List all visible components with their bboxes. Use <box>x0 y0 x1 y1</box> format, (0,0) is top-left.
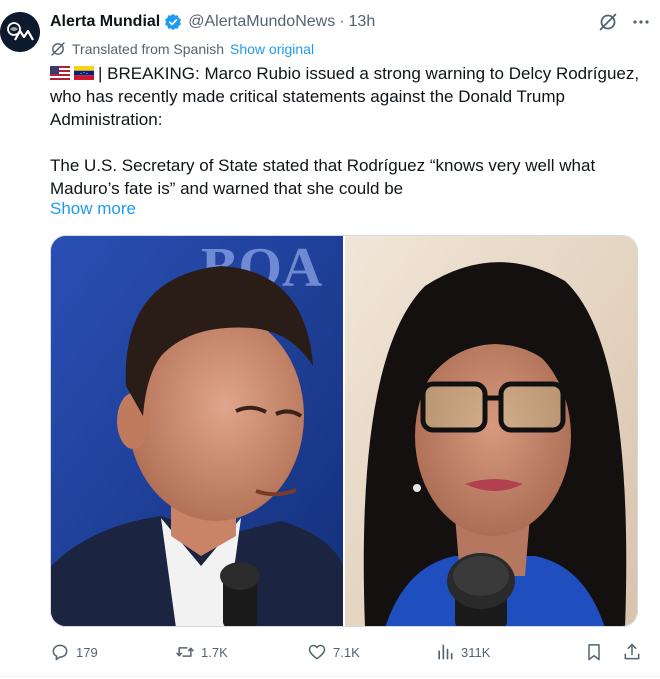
photo-marco-rubio[interactable]: BOA <box>51 236 343 626</box>
media-grid: BOA <box>50 235 638 627</box>
divider <box>0 676 660 677</box>
bookmark-button[interactable] <box>584 642 604 662</box>
action-bar: 179 1.7K 7.1K 311K <box>50 640 642 664</box>
reply-count: 179 <box>76 644 98 660</box>
share-icon <box>624 643 640 660</box>
translate-icon <box>50 41 66 57</box>
tweet-paragraph-1: | BREAKING: Marco Rubio issued a strong … <box>50 62 640 131</box>
views-count: 311K <box>461 644 491 660</box>
timestamp[interactable]: 13h <box>349 13 376 31</box>
bookmark-icon <box>588 644 600 661</box>
translated-label: Translated from Spanish <box>72 41 224 57</box>
reply-icon <box>52 644 68 661</box>
more-icon[interactable] <box>632 13 650 31</box>
venezuela-flag-icon <box>74 66 94 80</box>
like-icon <box>308 644 326 660</box>
show-more-link[interactable]: Show more <box>50 199 136 219</box>
grok-icon[interactable] <box>598 12 618 32</box>
photo-delcy-rodriguez[interactable] <box>345 236 637 626</box>
tweet-paragraph-2: The U.S. Secretary of State stated that … <box>50 156 596 198</box>
repost-button[interactable]: 1.7K <box>175 642 307 662</box>
verified-badge-icon <box>164 13 182 31</box>
reply-button[interactable]: 179 <box>50 642 175 662</box>
views-icon <box>438 644 453 660</box>
handle[interactable]: @AlertaMundoNews <box>188 13 335 31</box>
translation-notice: Translated from Spanish Show original <box>50 40 314 58</box>
us-flag-icon <box>50 66 70 80</box>
views-button[interactable]: 311K <box>435 642 563 662</box>
separator-dot: · <box>339 13 345 30</box>
avatar[interactable] <box>0 12 40 52</box>
share-button[interactable] <box>622 642 642 662</box>
like-count: 7.1K <box>333 644 360 660</box>
tweet-text-line-1: | BREAKING: Marco Rubio issued a strong … <box>50 64 640 129</box>
like-button[interactable]: 7.1K <box>307 642 435 662</box>
display-name[interactable]: Alerta Mundial <box>50 13 160 31</box>
tweet-text: | BREAKING: Marco Rubio issued a strong … <box>50 62 640 200</box>
repost-icon <box>176 647 194 657</box>
show-original-link[interactable]: Show original <box>230 41 314 57</box>
repost-count: 1.7K <box>201 644 228 660</box>
tweet-header: Alerta Mundial @AlertaMundoNews · 13h <box>50 10 650 34</box>
